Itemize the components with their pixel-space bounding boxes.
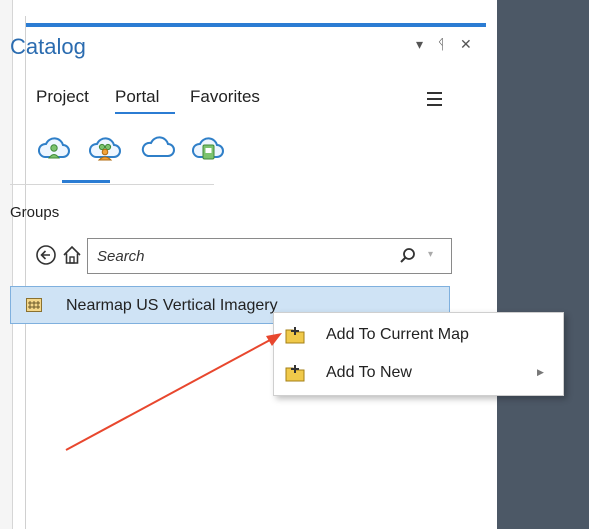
add-folder-icon <box>285 365 305 382</box>
menu-icon[interactable] <box>427 92 442 106</box>
context-menu: Add To Current Map Add To New ▶ <box>273 312 564 396</box>
chevron-down-icon[interactable]: ▾ <box>416 36 423 53</box>
home-icon[interactable] <box>61 243 83 267</box>
close-icon[interactable]: ✕ <box>460 36 472 53</box>
add-folder-icon <box>285 327 305 344</box>
search-placeholder: Search <box>97 248 145 265</box>
groups-cloud-icon[interactable] <box>87 131 123 167</box>
menu-item-label: Add To New <box>326 364 412 381</box>
submenu-arrow-icon: ▶ <box>537 367 544 377</box>
search-input[interactable]: Search ▾ <box>87 238 452 274</box>
active-portal-indicator <box>62 180 110 183</box>
list-item-label: Nearmap US Vertical Imagery <box>66 297 278 314</box>
back-icon[interactable] <box>35 243 57 267</box>
my-content-cloud-icon[interactable] <box>36 131 72 167</box>
menu-item-add-to-new[interactable]: Add To New ▶ <box>274 356 563 392</box>
search-icon[interactable] <box>399 247 417 265</box>
pane-active-bar <box>26 23 486 27</box>
divider <box>10 184 214 185</box>
living-atlas-cloud-icon[interactable] <box>190 131 226 167</box>
tab-portal[interactable]: Portal <box>115 87 159 107</box>
group-grid-icon <box>26 298 42 312</box>
tab-project[interactable]: Project <box>36 87 89 107</box>
search-options-chevron-icon[interactable]: ▾ <box>428 249 433 260</box>
pin-icon[interactable]: ᛩ <box>437 36 445 52</box>
pane-title: Catalog <box>10 34 86 59</box>
menu-item-add-to-current-map[interactable]: Add To Current Map <box>274 318 563 354</box>
tab-favorites[interactable]: Favorites <box>190 87 260 107</box>
left-window-edge <box>0 0 13 529</box>
map-view-pane[interactable] <box>497 0 589 529</box>
section-label-groups: Groups <box>10 204 60 221</box>
all-portal-cloud-icon[interactable] <box>140 131 176 167</box>
menu-item-label: Add To Current Map <box>326 326 469 343</box>
active-tab-indicator <box>115 112 175 114</box>
